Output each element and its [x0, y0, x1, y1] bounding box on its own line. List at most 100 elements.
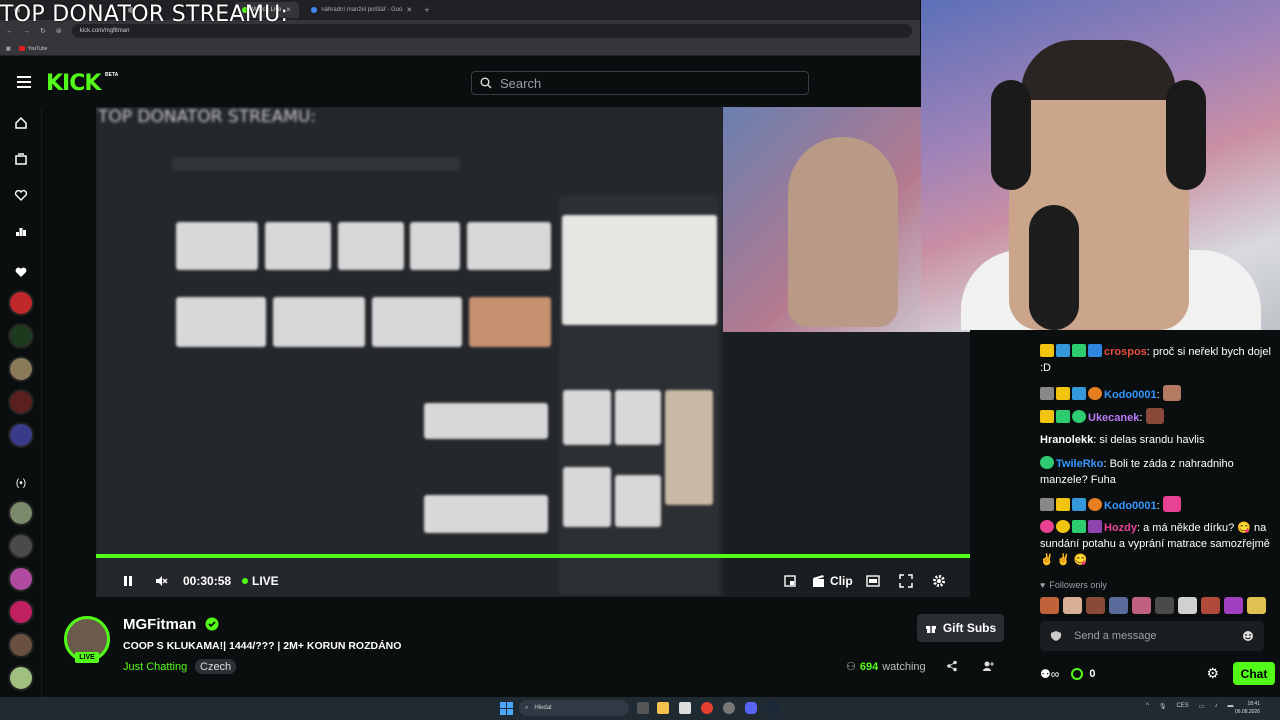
video-player[interactable]: TOP DONATOR STREAMU: [96, 107, 970, 597]
chat-username[interactable]: Ukecanek [1088, 412, 1139, 424]
forward-icon[interactable]: → [23, 28, 30, 35]
browse-icon[interactable] [13, 151, 29, 167]
capture-thumbnail [563, 467, 611, 527]
follower-avatar[interactable] [1155, 597, 1174, 614]
settings-icon[interactable] [932, 574, 946, 588]
menu-icon[interactable] [17, 76, 31, 88]
webcam-hair [1021, 40, 1176, 100]
follower-avatar[interactable] [1109, 597, 1128, 614]
follower-avatar[interactable] [1247, 597, 1266, 614]
new-tab-button[interactable]: + [424, 5, 429, 15]
follower-avatar[interactable] [1224, 597, 1243, 614]
stream-category[interactable]: Just Chatting [123, 661, 187, 673]
verified-icon [205, 617, 219, 631]
store-icon[interactable] [679, 702, 691, 714]
recommended-channel-avatar[interactable] [8, 599, 34, 625]
recommended-channel-avatar[interactable] [8, 533, 34, 559]
viewer-number: 694 [859, 660, 879, 673]
search-input[interactable]: Search [471, 71, 809, 95]
fullscreen-icon[interactable] [899, 574, 913, 588]
search-placeholder: Search [500, 75, 542, 91]
chat-username[interactable]: crospos [1104, 346, 1147, 358]
video-progress-bar[interactable] [96, 554, 970, 558]
chat-username[interactable]: Hranolekk [1040, 434, 1093, 446]
follower-avatar[interactable] [1063, 597, 1082, 614]
share-icon[interactable] [946, 660, 958, 672]
site-info-icon[interactable]: ⊜ [56, 27, 62, 35]
file-explorer-icon[interactable] [657, 702, 669, 714]
months-badge-icon [1056, 520, 1070, 533]
chevron-up-icon[interactable]: ^ [1146, 703, 1149, 710]
theatre-mode-icon[interactable] [866, 574, 880, 588]
kick-logo[interactable]: KICK [46, 71, 101, 96]
followed-channel-avatar[interactable] [8, 356, 34, 382]
discord-icon[interactable] [745, 702, 757, 714]
crown-badge-icon [1040, 344, 1054, 357]
follow-user-icon[interactable] [982, 660, 994, 672]
following-icon[interactable] [13, 187, 29, 203]
pinned-users-icon[interactable]: ⚉∞ [1040, 667, 1059, 681]
follower-avatar[interactable] [1178, 597, 1197, 614]
follower-avatar[interactable] [1201, 597, 1220, 614]
leaderboard-icon[interactable] [13, 223, 29, 239]
clip-icon[interactable] [812, 574, 826, 588]
chat-username[interactable]: Kodo0001 [1104, 389, 1157, 401]
recommended-channel-avatar[interactable] [8, 566, 34, 592]
recommended-channel-avatar[interactable] [8, 665, 34, 691]
chat-username[interactable]: Hozdy [1104, 522, 1137, 534]
capture-thumbnail [273, 297, 365, 347]
chat-message-input[interactable]: Send a message [1040, 621, 1264, 651]
recommended-channel-avatar[interactable] [8, 632, 34, 658]
taskbar-clock[interactable]: 18:41 06.08.2026 [1235, 700, 1260, 716]
close-icon[interactable]: ✕ [406, 6, 412, 14]
battery-icon[interactable]: ▬ [1227, 703, 1233, 710]
apps-icon[interactable]: ▦ [6, 46, 11, 52]
chat-username[interactable]: TwileRko [1056, 458, 1103, 470]
volume-icon[interactable]: ♪ [1214, 703, 1217, 710]
pause-icon[interactable] [121, 574, 135, 588]
taskbar-search[interactable]: ⌕ Hledat [519, 700, 629, 716]
search-icon [480, 77, 492, 89]
chat-settings-icon[interactable]: ⚙ [1206, 665, 1219, 682]
browser-tab[interactable]: náhradní manžel polštář - Goo ✕ [303, 2, 420, 18]
bookmark-youtube[interactable]: YouTube [18, 46, 47, 52]
wrench-badge-icon [1040, 387, 1054, 400]
chat-send-button[interactable]: Chat [1233, 662, 1275, 685]
capture-overlay-title: TOP DONATOR STREAMU: [98, 107, 317, 127]
follower-avatar[interactable] [1040, 597, 1059, 614]
home-icon[interactable] [13, 115, 29, 131]
miniplayer-icon[interactable] [783, 574, 797, 588]
chrome-icon[interactable] [701, 702, 713, 714]
capture-thumbnail [467, 222, 551, 270]
steam-icon[interactable] [767, 702, 779, 714]
followed-channel-avatar[interactable] [8, 389, 34, 415]
emoji-icon[interactable] [1242, 630, 1254, 642]
verified-badge-icon [1040, 456, 1054, 469]
live-dot-icon [242, 578, 248, 584]
microphone-icon[interactable]: 🎙 [1159, 703, 1167, 710]
recommended-channel-avatar[interactable] [8, 500, 34, 526]
followed-channel-avatar[interactable] [8, 323, 34, 349]
language-tag[interactable]: Czech [195, 659, 237, 674]
clock-date: 06.08.2026 [1234, 709, 1260, 715]
reload-icon[interactable]: ↻ [40, 27, 46, 35]
streamer-name[interactable]: MGFitman [123, 616, 196, 633]
url-text: kick.com/mgfitman [79, 28, 130, 34]
followed-channel-avatar[interactable] [8, 422, 34, 448]
follower-avatar[interactable] [1086, 597, 1105, 614]
task-view-icon[interactable] [637, 702, 649, 714]
language-indicator[interactable]: CES [1176, 703, 1188, 710]
app-icon[interactable] [723, 702, 735, 714]
network-icon[interactable]: ▭ [1199, 703, 1205, 710]
gift-subs-button[interactable]: Gift Subs [917, 614, 1004, 642]
follower-avatar[interactable] [1132, 597, 1151, 614]
back-icon[interactable]: ← [6, 28, 13, 35]
windows-start-icon[interactable] [500, 702, 513, 715]
system-tray: ^ 🎙 CES ▭ ♪ ▬ [1146, 703, 1233, 710]
watching-label: watching [882, 660, 926, 673]
channel-points-icon[interactable] [1071, 668, 1084, 680]
clip-button[interactable]: Clip [830, 574, 853, 588]
followed-channel-avatar[interactable] [8, 290, 34, 316]
muted-icon[interactable] [154, 574, 168, 588]
chat-username[interactable]: Kodo0001 [1104, 500, 1157, 512]
